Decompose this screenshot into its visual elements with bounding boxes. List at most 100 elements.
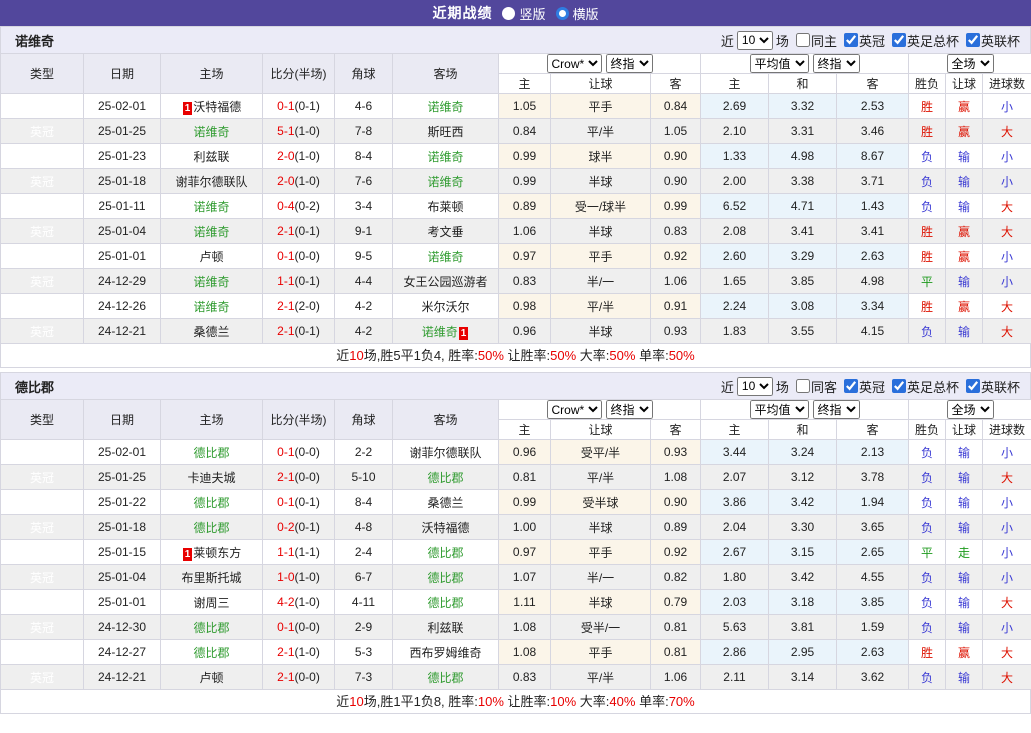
league-cell: 英冠: [0, 589, 84, 615]
championship-checkbox[interactable]: [843, 379, 858, 393]
radio-unselected-icon[interactable]: [502, 6, 516, 20]
result-cell: 胜: [908, 118, 947, 144]
score-cell: 2-1(0-1): [262, 218, 335, 244]
sub-header-avg-home: 主: [700, 419, 769, 440]
goals-result-cell: 大: [982, 589, 1031, 615]
halftime-score: (1-0): [294, 124, 320, 138]
goals-result-cell: 大: [982, 218, 1031, 244]
fulltime-score: 5-1: [277, 124, 295, 138]
avg-home-cell: 2.24: [700, 293, 769, 319]
avg-away-cell: 2.13: [835, 439, 910, 465]
handicap-result-cell: 输: [945, 464, 984, 490]
fulltime-score: 2-1: [277, 470, 295, 484]
corner-cell: 8-4: [334, 489, 393, 515]
filter-controls: 近 10 场 同主 英冠 英足总杯 英联杯: [721, 30, 1020, 50]
date-cell: 24-12-30: [83, 614, 161, 640]
match-row: 英冠 25-01-23 利兹联 2-0(1-0) 8-4 诺维奇 0.99 球半 0.90 1.3…: [0, 143, 1031, 169]
away-team-cell: 沃特福德: [392, 514, 499, 540]
avg-away-cell: 1.59: [835, 614, 910, 640]
avg-away-cell: 3.78: [835, 464, 910, 490]
title-bar: 近期战绩 竖版 横版: [0, 0, 1031, 26]
layout-option-horizontal[interactable]: 横版: [555, 4, 599, 23]
team-name: 德比郡: [193, 620, 230, 635]
fulltime-score: 2-1: [277, 224, 295, 238]
results-table-derby: 类型 日期 主场 比分(半场) 角球 客场 Crow* 终指 平均值 终指 全场 主…: [0, 399, 1031, 690]
team-name: 谢菲尔德联队: [409, 445, 482, 460]
fulltime-score: 0-1: [277, 249, 295, 263]
league-filter-eflcup[interactable]: 英联杯: [959, 31, 1020, 50]
league-filter-eflcup[interactable]: 英联杯: [959, 377, 1020, 396]
date-cell: 24-12-29: [83, 268, 161, 294]
avg-home-cell: 1.83: [700, 318, 769, 344]
team-name: 布里斯托城: [181, 570, 242, 585]
same-venue-checkbox[interactable]: [795, 379, 810, 393]
league-filter-facup[interactable]: 英足总杯: [885, 31, 959, 50]
summary-segment: 场,胜5平1负4, 胜率:: [363, 348, 478, 363]
score-cell: 0-1(0-0): [262, 614, 335, 640]
eflcup-checkbox[interactable]: [965, 379, 980, 393]
league-filter-championship[interactable]: 英冠: [837, 377, 885, 396]
result-cell: 负: [908, 143, 947, 169]
same-venue-checkbox[interactable]: [795, 33, 810, 47]
corner-cell: 9-1: [334, 218, 393, 244]
bookmaker-select[interactable]: Crow*: [546, 400, 602, 419]
handicap-away-odds-cell: 0.90: [650, 143, 701, 169]
same-venue-filter[interactable]: 同客: [789, 377, 837, 396]
league-cell: 英冠: [0, 143, 84, 169]
team-name: 诺维奇: [421, 324, 458, 339]
result-cell: 负: [908, 464, 947, 490]
facup-checkbox[interactable]: [891, 33, 906, 47]
league-cell: 英冠: [0, 464, 84, 490]
summary-segment: 50%: [477, 348, 504, 363]
fulltime-select[interactable]: 全场: [946, 54, 994, 73]
bookmaker-select[interactable]: Crow*: [546, 54, 602, 73]
near-label: 近: [720, 379, 734, 395]
odds-stage-select[interactable]: 终指: [605, 400, 653, 419]
layout-option-vertical[interactable]: 竖版: [502, 4, 546, 23]
handicap-result-cell: 赢: [945, 93, 984, 119]
date-cell: 25-01-04: [83, 564, 161, 590]
same-venue-filter[interactable]: 同主: [789, 31, 837, 50]
handicap-line-cell: 受一/球半: [550, 193, 651, 219]
corner-cell: 4-2: [334, 318, 393, 344]
facup-checkbox[interactable]: [891, 379, 906, 393]
championship-checkbox[interactable]: [843, 33, 858, 47]
match-count-select[interactable]: 10: [736, 30, 773, 50]
col-header-type: 类型: [0, 53, 84, 94]
league-filter-championship[interactable]: 英冠: [837, 31, 885, 50]
average-stage-select[interactable]: 终指: [812, 54, 860, 73]
halftime-score: (0-1): [294, 99, 320, 113]
radio-selected-icon[interactable]: [555, 6, 569, 20]
summary-segment: 场,胜1平1负8, 胜率:: [363, 694, 478, 709]
eflcup-checkbox[interactable]: [965, 33, 980, 47]
match-row: 英冠 24-12-29 诺维奇 1-1(0-1) 4-4 女王公园巡游者 0.83 半/一 1.…: [0, 268, 1031, 294]
corner-cell: 9-5: [334, 243, 393, 269]
date-cell: 25-01-01: [83, 589, 161, 615]
team-name: 诺维奇: [427, 99, 464, 114]
fulltime-select[interactable]: 全场: [946, 400, 994, 419]
league-filter-facup[interactable]: 英足总杯: [885, 377, 959, 396]
handicap-result-cell: 赢: [945, 639, 984, 665]
avg-draw-cell: 3.32: [768, 93, 837, 119]
average-select[interactable]: 平均值: [749, 400, 809, 419]
sub-header-goals: 进球数: [982, 73, 1031, 94]
average-stage-select[interactable]: 终指: [812, 400, 860, 419]
average-select[interactable]: 平均值: [749, 54, 809, 73]
halftime-score: (2-0): [294, 299, 320, 313]
team-name: 诺维奇: [193, 299, 230, 314]
league-cell: 英冠: [0, 218, 84, 244]
fulltime-score: 0-4: [277, 199, 295, 213]
score-cell: 2-1(0-0): [262, 664, 335, 690]
team-name: 德比郡: [193, 445, 230, 460]
match-count-select[interactable]: 10: [736, 376, 773, 396]
handicap-group-header: Crow* 终指: [498, 53, 701, 74]
odds-stage-select[interactable]: 终指: [605, 54, 653, 73]
handicap-line-cell: 平手: [550, 243, 651, 269]
handicap-home-odds-cell: 0.96: [498, 439, 551, 465]
handicap-line-cell: 半球: [550, 318, 651, 344]
avg-away-cell: 1.43: [835, 193, 910, 219]
sub-header-handicap-away: 客: [650, 73, 701, 94]
average-group-header: 平均值 终指: [699, 53, 910, 74]
goals-result-cell: 大: [982, 118, 1031, 144]
avg-draw-cell: 2.95: [768, 639, 837, 665]
